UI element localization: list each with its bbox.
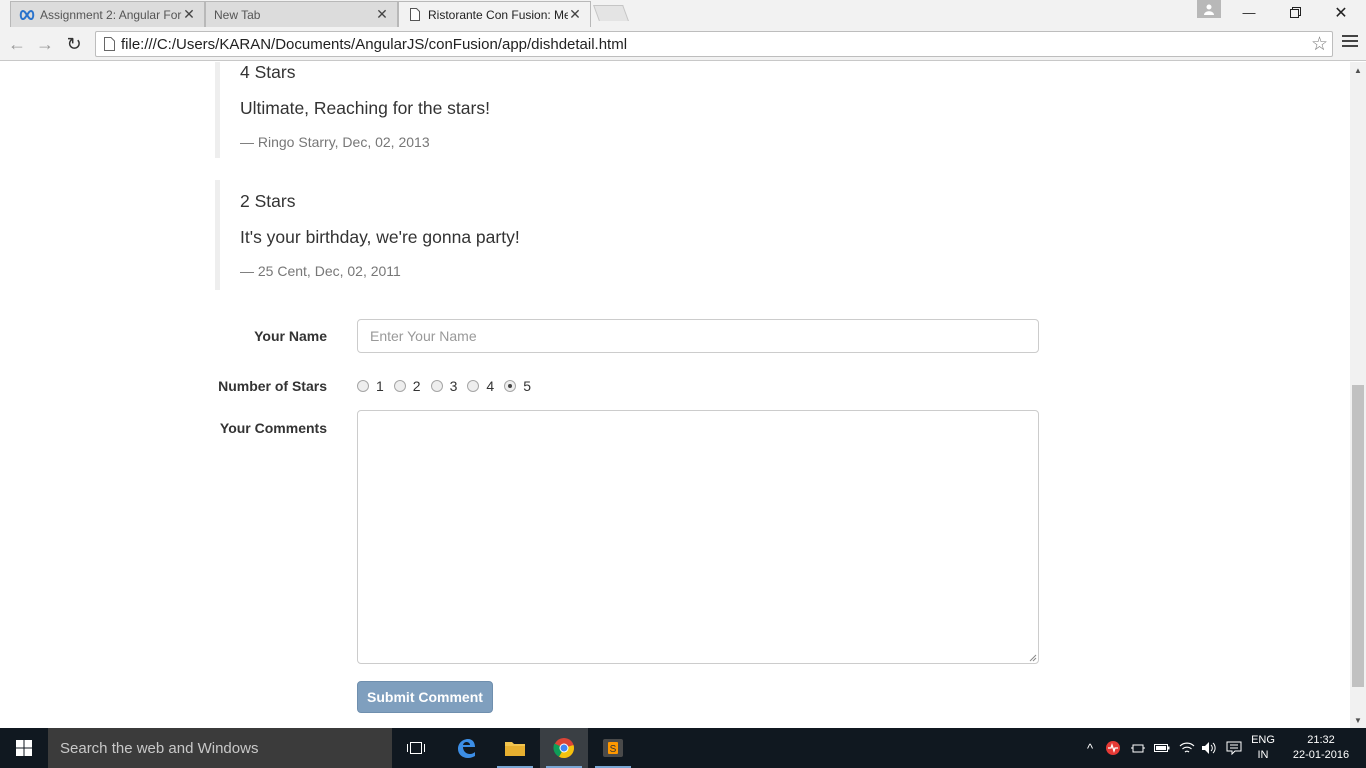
tab-new-tab[interactable]: New Tab ✕ [205, 1, 398, 27]
radio-button[interactable] [393, 380, 406, 392]
action-center-icon[interactable] [1225, 739, 1243, 757]
submit-comment-button[interactable]: Submit Comment [357, 681, 493, 713]
forward-arrow-icon[interactable]: → [34, 33, 56, 55]
region-code: IN [1257, 749, 1269, 761]
star-option-4[interactable]: 4 [467, 378, 494, 394]
star-option-label: 2 [412, 378, 421, 394]
comment-rating: 4 Stars [240, 62, 296, 82]
coursera-infinity-icon [19, 7, 35, 23]
star-option-5[interactable]: 5 [504, 378, 531, 394]
wifi-icon[interactable] [1178, 739, 1196, 757]
number-of-stars-label: Number of Stars [218, 378, 327, 394]
profile-icon[interactable] [1197, 0, 1221, 18]
star-option-label: 3 [449, 378, 458, 394]
clock-date: 22-01-2016 [1292, 749, 1350, 761]
comment-rating: 2 Stars [240, 191, 296, 211]
show-hidden-icons-chevron-icon[interactable]: ^ [1081, 739, 1099, 757]
close-window-icon[interactable]: ✕ [1318, 0, 1364, 25]
your-name-input[interactable] [357, 319, 1039, 353]
tab-assignment[interactable]: Assignment 2: Angular For ✕ [10, 1, 205, 27]
star-option-label: 5 [523, 378, 531, 394]
clock-time: 21:32 [1307, 734, 1335, 746]
star-option-label: 4 [486, 378, 495, 394]
reload-icon[interactable]: ↻ [63, 33, 85, 55]
minimize-icon[interactable]: — [1226, 0, 1272, 25]
battery-icon[interactable] [1153, 739, 1171, 757]
scroll-down-arrow-icon[interactable]: ▼ [1350, 712, 1366, 728]
browser-toolbar: ← → ↻ file:///C:/Users/KARAN/Documents/A… [0, 27, 1366, 61]
new-tab-button[interactable] [593, 5, 629, 21]
star-option-1[interactable]: 1 [357, 378, 384, 394]
comment-item: 4 Stars Ultimate, Reaching for the stars… [215, 62, 715, 158]
radio-button-selected[interactable] [504, 380, 517, 392]
taskbar-search-placeholder: Search the web and Windows [60, 739, 259, 757]
restore-icon[interactable] [1272, 0, 1318, 25]
chrome-icon[interactable] [540, 728, 588, 768]
task-view-icon[interactable] [392, 728, 440, 768]
comment-byline: — 25 Cent, Dec, 02, 2011 [240, 263, 401, 279]
resize-grip-icon[interactable] [1029, 654, 1037, 662]
edge-browser-icon[interactable] [442, 728, 490, 768]
your-comments-textarea[interactable] [357, 410, 1039, 664]
volume-icon[interactable] [1200, 739, 1218, 757]
tab-title: New Tab [214, 7, 261, 22]
chrome-menu-icon[interactable] [1342, 35, 1358, 51]
comment-item: 2 Stars It's your birthday, we're gonna … [215, 180, 715, 290]
windows-taskbar: Search the web and Windows S ^ ENG IN 21… [0, 728, 1366, 768]
tab-title: Assignment 2: Angular For [40, 7, 182, 22]
taskbar-search-box[interactable]: Search the web and Windows [48, 728, 392, 768]
page-viewport: 4 Stars Ultimate, Reaching for the stars… [0, 62, 1350, 728]
back-arrow-icon[interactable]: ← [6, 33, 28, 55]
radio-button[interactable] [467, 380, 480, 392]
page-icon [104, 37, 115, 51]
star-option-2[interactable]: 2 [393, 378, 421, 394]
comment-text: It's your birthday, we're gonna party! [240, 227, 520, 247]
scroll-up-arrow-icon[interactable]: ▲ [1350, 62, 1366, 78]
input-language-indicator[interactable]: ENG IN [1247, 733, 1279, 763]
svg-text:S: S [610, 744, 617, 755]
page-scrollbar[interactable]: ▲ ▼ [1350, 62, 1366, 728]
your-comments-label: Your Comments [219, 420, 327, 436]
address-bar[interactable]: file:///C:/Users/KARAN/Documents/Angular… [95, 31, 1333, 57]
bookmark-star-icon[interactable]: ☆ [1311, 33, 1328, 56]
antivirus-icon[interactable] [1104, 739, 1122, 757]
star-option-3[interactable]: 3 [430, 378, 458, 394]
tab-strip: Assignment 2: Angular For ✕ New Tab ✕ Ri… [0, 0, 1366, 27]
stars-radio-group: 1 2 3 4 5 [357, 378, 541, 394]
sublime-text-icon[interactable]: S [589, 728, 637, 768]
comment-text: Ultimate, Reaching for the stars! [240, 98, 490, 118]
clock[interactable]: 21:32 22-01-2016 [1287, 733, 1355, 763]
radio-button[interactable] [357, 380, 369, 392]
scrollbar-thumb[interactable] [1352, 385, 1364, 687]
tab-ristorante[interactable]: Ristorante Con Fusion: Me ✕ [398, 1, 591, 27]
close-tab-icon[interactable]: ✕ [182, 6, 196, 23]
page-icon [407, 7, 423, 23]
url-text: file:///C:/Users/KARAN/Documents/Angular… [121, 35, 628, 53]
close-tab-icon[interactable]: ✕ [375, 6, 389, 23]
windows-start-icon[interactable] [0, 728, 48, 768]
star-option-label: 1 [376, 378, 384, 394]
file-explorer-icon[interactable] [491, 728, 539, 768]
radio-button[interactable] [430, 380, 443, 392]
your-name-label: Your Name [254, 328, 327, 344]
language-code: ENG [1251, 734, 1275, 746]
close-tab-icon[interactable]: ✕ [568, 6, 582, 23]
tab-title: Ristorante Con Fusion: Me [428, 7, 568, 22]
comment-byline: — Ringo Starry, Dec, 02, 2013 [240, 134, 430, 150]
power-plug-icon[interactable] [1129, 739, 1147, 757]
